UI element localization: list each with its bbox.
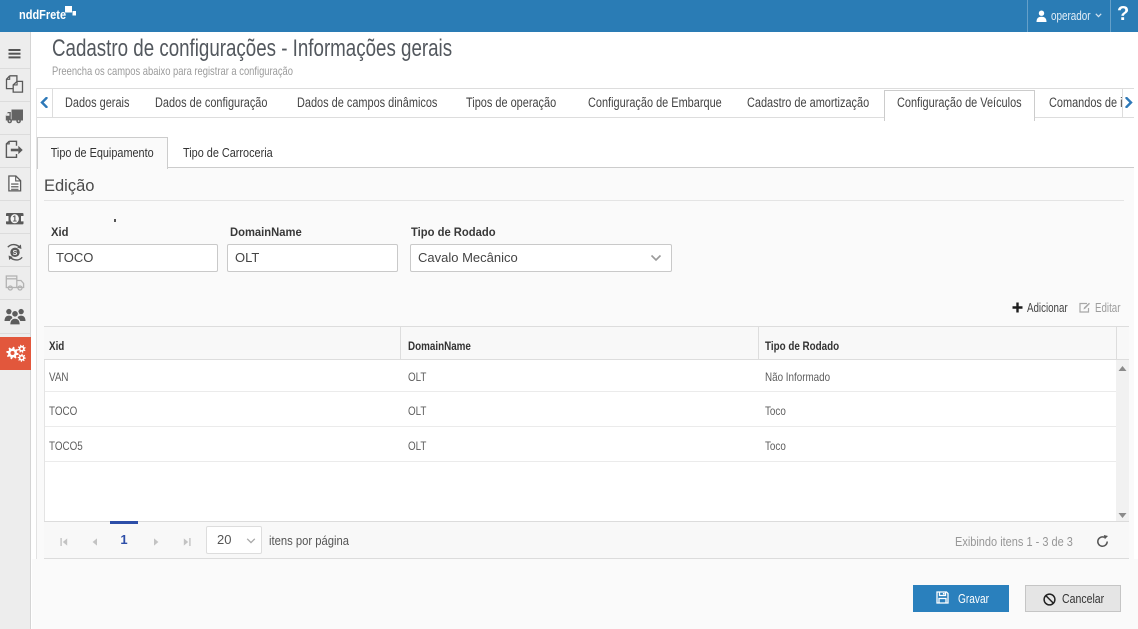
svg-text:1: 1	[12, 215, 17, 224]
svg-text:S: S	[13, 250, 18, 257]
